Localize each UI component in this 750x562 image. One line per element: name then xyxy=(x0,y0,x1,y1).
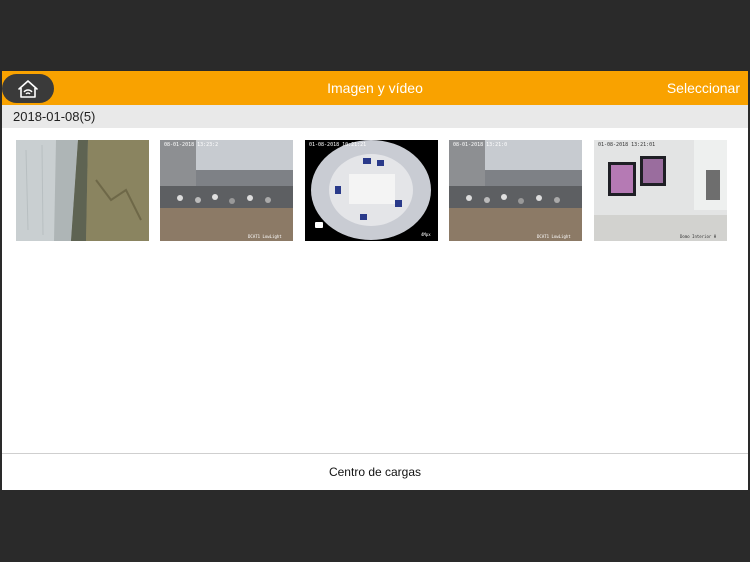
thumbnail-2[interactable]: 08-01-2018 13:23:2 DCAT1 LowLight xyxy=(160,140,293,241)
svg-text:Domo Interior H: Domo Interior H xyxy=(680,234,717,239)
thumbnail-5[interactable]: 01-08-2018 13:21:01 Domo Interior H xyxy=(594,140,727,241)
footer-bar: Centro de cargas xyxy=(2,453,748,490)
select-button[interactable]: Seleccionar xyxy=(667,71,740,105)
upload-center-button[interactable]: Centro de cargas xyxy=(2,454,748,490)
date-group-header: 2018-01-08(5) xyxy=(2,105,748,128)
svg-text:01-08-2018 13:21:01: 01-08-2018 13:21:01 xyxy=(598,142,655,148)
thumbnail-3[interactable]: 01-08-2018 10:21:21 4Mpx xyxy=(305,140,438,241)
svg-text:4Mpx: 4Mpx xyxy=(421,232,431,237)
date-group-label: 2018-01-08(5) xyxy=(13,109,96,124)
svg-text:01-08-2018 10:21:21: 01-08-2018 10:21:21 xyxy=(309,142,366,148)
top-bar: Imagen y vídeo Seleccionar xyxy=(2,71,748,105)
page-title: Imagen y vídeo xyxy=(327,80,423,96)
svg-text:08-01-2018 13:21:0: 08-01-2018 13:21:0 xyxy=(453,142,507,148)
svg-text:08-01-2018 13:23:2: 08-01-2018 13:23:2 xyxy=(164,142,218,148)
svg-text:DCAT1 LowLight: DCAT1 LowLight xyxy=(248,234,282,239)
app-window: Imagen y vídeo Seleccionar 2018-01-08(5) xyxy=(2,71,748,490)
thumbnail-1[interactable] xyxy=(16,140,149,241)
svg-text:DCAT1 LowLight: DCAT1 LowLight xyxy=(537,234,571,239)
thumbnail-grid: 08-01-2018 13:23:2 DCAT1 LowLight 01-08-… xyxy=(2,140,748,241)
thumbnail-4[interactable]: 08-01-2018 13:21:0 DCAT1 LowLight xyxy=(449,140,582,241)
